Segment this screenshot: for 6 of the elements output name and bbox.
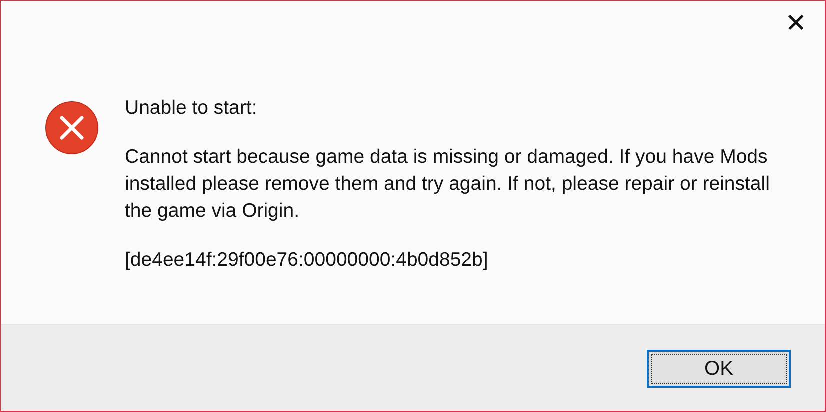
message-text: Cannot start because game data is missing or damaged. If you have Mods installed please remove them and try again. If not, please repair or reinstall the game via Origin. <box>125 145 771 224</box>
message-heading: Unable to start: <box>125 97 258 120</box>
ok-button[interactable]: OK <box>647 350 791 388</box>
error-icon <box>45 101 99 155</box>
error-code: [de4ee14f:29f00e76:00000000:4b0d852b] <box>125 249 490 272</box>
close-button[interactable]: ✕ <box>779 9 813 39</box>
